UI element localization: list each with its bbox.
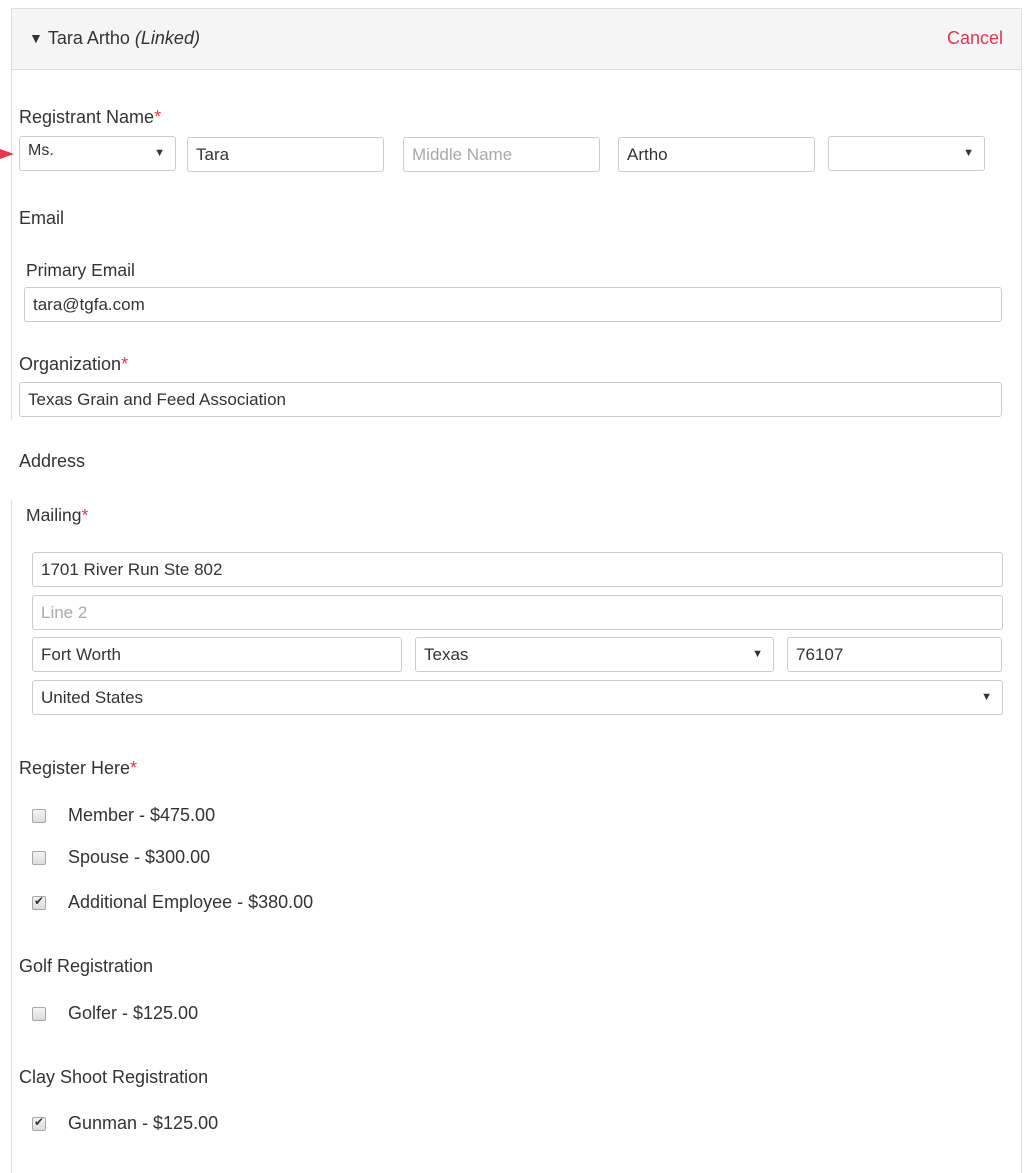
- option-label: Gunman - $125.00: [68, 1113, 219, 1133]
- organization-label: Organization*: [19, 354, 129, 374]
- primary-email-label: Primary Email: [26, 260, 135, 280]
- registrant-panel: ▼ Tara Artho (Linked) Cancel: [11, 8, 1022, 1173]
- email-section-label: Email: [19, 208, 65, 228]
- zip-input[interactable]: [787, 637, 1002, 672]
- address-line2-input[interactable]: [32, 595, 1003, 630]
- organization-input[interactable]: [19, 382, 1002, 417]
- chevron-down-icon: ▼: [752, 648, 763, 660]
- option-label: Spouse - $300.00: [68, 847, 211, 867]
- registrant-name-label: Registrant Name*: [19, 107, 162, 127]
- option-label: Golfer - $125.00: [68, 1003, 199, 1023]
- panel-border-gap: [0, 420, 12, 500]
- suffix-select[interactable]: ▼: [828, 136, 985, 171]
- primary-email-input[interactable]: [24, 287, 1002, 322]
- country-select[interactable]: United States ▼: [32, 680, 1003, 715]
- checkbox[interactable]: [32, 851, 46, 865]
- linked-badge: (Linked): [134, 28, 200, 48]
- cancel-link[interactable]: Cancel: [947, 28, 1003, 49]
- state-select[interactable]: Texas ▼: [415, 637, 774, 672]
- country-value: United States: [41, 688, 144, 707]
- mailing-label: Mailing*: [26, 505, 89, 525]
- checkbox[interactable]: [32, 809, 46, 823]
- address-section-label: Address: [19, 451, 86, 471]
- state-value: Texas: [424, 645, 469, 664]
- registrant-title: Tara Artho: [47, 28, 130, 48]
- first-name-input[interactable]: [187, 137, 384, 172]
- register-here-label: Register Here*: [19, 758, 138, 778]
- checkbox-checked[interactable]: [32, 894, 46, 910]
- city-input[interactable]: [32, 637, 402, 672]
- caret-down-icon: ▼: [29, 30, 43, 46]
- chevron-down-icon: ▼: [981, 691, 992, 703]
- address-line1-input[interactable]: [32, 552, 1003, 587]
- clay-shoot-registration-label: Clay Shoot Registration: [19, 1067, 209, 1087]
- option-label: Member - $475.00: [68, 805, 216, 825]
- chevron-down-icon: ▼: [154, 147, 165, 159]
- option-label: Additional Employee - $380.00: [68, 892, 314, 912]
- checkbox-checked[interactable]: [32, 1115, 46, 1131]
- panel-header: ▼ Tara Artho (Linked) Cancel: [12, 9, 1021, 70]
- golf-registration-label: Golf Registration: [19, 956, 154, 976]
- checkbox[interactable]: [32, 1007, 46, 1021]
- prefix-select[interactable]: Ms. ▼: [19, 136, 176, 171]
- arrow-pointer-icon: [0, 149, 14, 159]
- prefix-value: Ms.: [28, 142, 54, 159]
- chevron-down-icon: ▼: [963, 147, 974, 159]
- middle-name-input[interactable]: [403, 137, 600, 172]
- last-name-input[interactable]: [618, 137, 815, 172]
- collapse-toggle[interactable]: ▼ Tara Artho (Linked): [29, 28, 200, 49]
